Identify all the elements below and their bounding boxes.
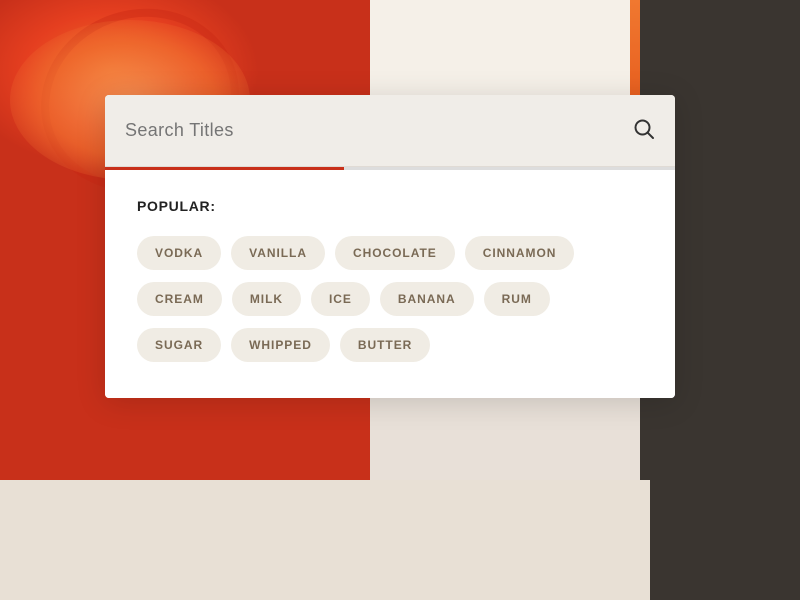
tag-whipped[interactable]: WHIPPED xyxy=(231,328,330,362)
bg-top-center xyxy=(370,0,650,95)
tag-cream[interactable]: CREAM xyxy=(137,282,222,316)
tag-sugar[interactable]: SUGAR xyxy=(137,328,221,362)
tag-vanilla[interactable]: VANILLA xyxy=(231,236,325,270)
popular-section: POPULAR: VODKA VANILLA CHOCOLATE CINNAMON CR… xyxy=(105,170,675,398)
tag-rum[interactable]: RUM xyxy=(484,282,550,316)
tag-banana[interactable]: BANANA xyxy=(380,282,474,316)
progress-filled xyxy=(105,167,344,170)
tag-butter[interactable]: BUTTER xyxy=(340,328,430,362)
tags-grid: VODKA VANILLA CHOCOLATE CINNAMON CREAM MILK IC… xyxy=(137,236,643,362)
tag-vodka[interactable]: VODKA xyxy=(137,236,221,270)
search-input[interactable] xyxy=(125,120,633,141)
bg-bottom xyxy=(0,480,650,600)
tag-milk[interactable]: MILK xyxy=(232,282,301,316)
tag-chocolate[interactable]: CHOCOLATE xyxy=(335,236,455,270)
tag-cinnamon[interactable]: CINNAMON xyxy=(465,236,575,270)
progress-bar xyxy=(105,167,675,170)
tag-ice[interactable]: ICE xyxy=(311,282,370,316)
search-bar xyxy=(105,95,675,167)
search-icon[interactable] xyxy=(633,118,655,144)
progress-empty xyxy=(344,167,675,170)
popular-label: POPULAR: xyxy=(137,198,643,214)
search-panel: POPULAR: VODKA VANILLA CHOCOLATE CINNAMON CR… xyxy=(105,95,675,398)
